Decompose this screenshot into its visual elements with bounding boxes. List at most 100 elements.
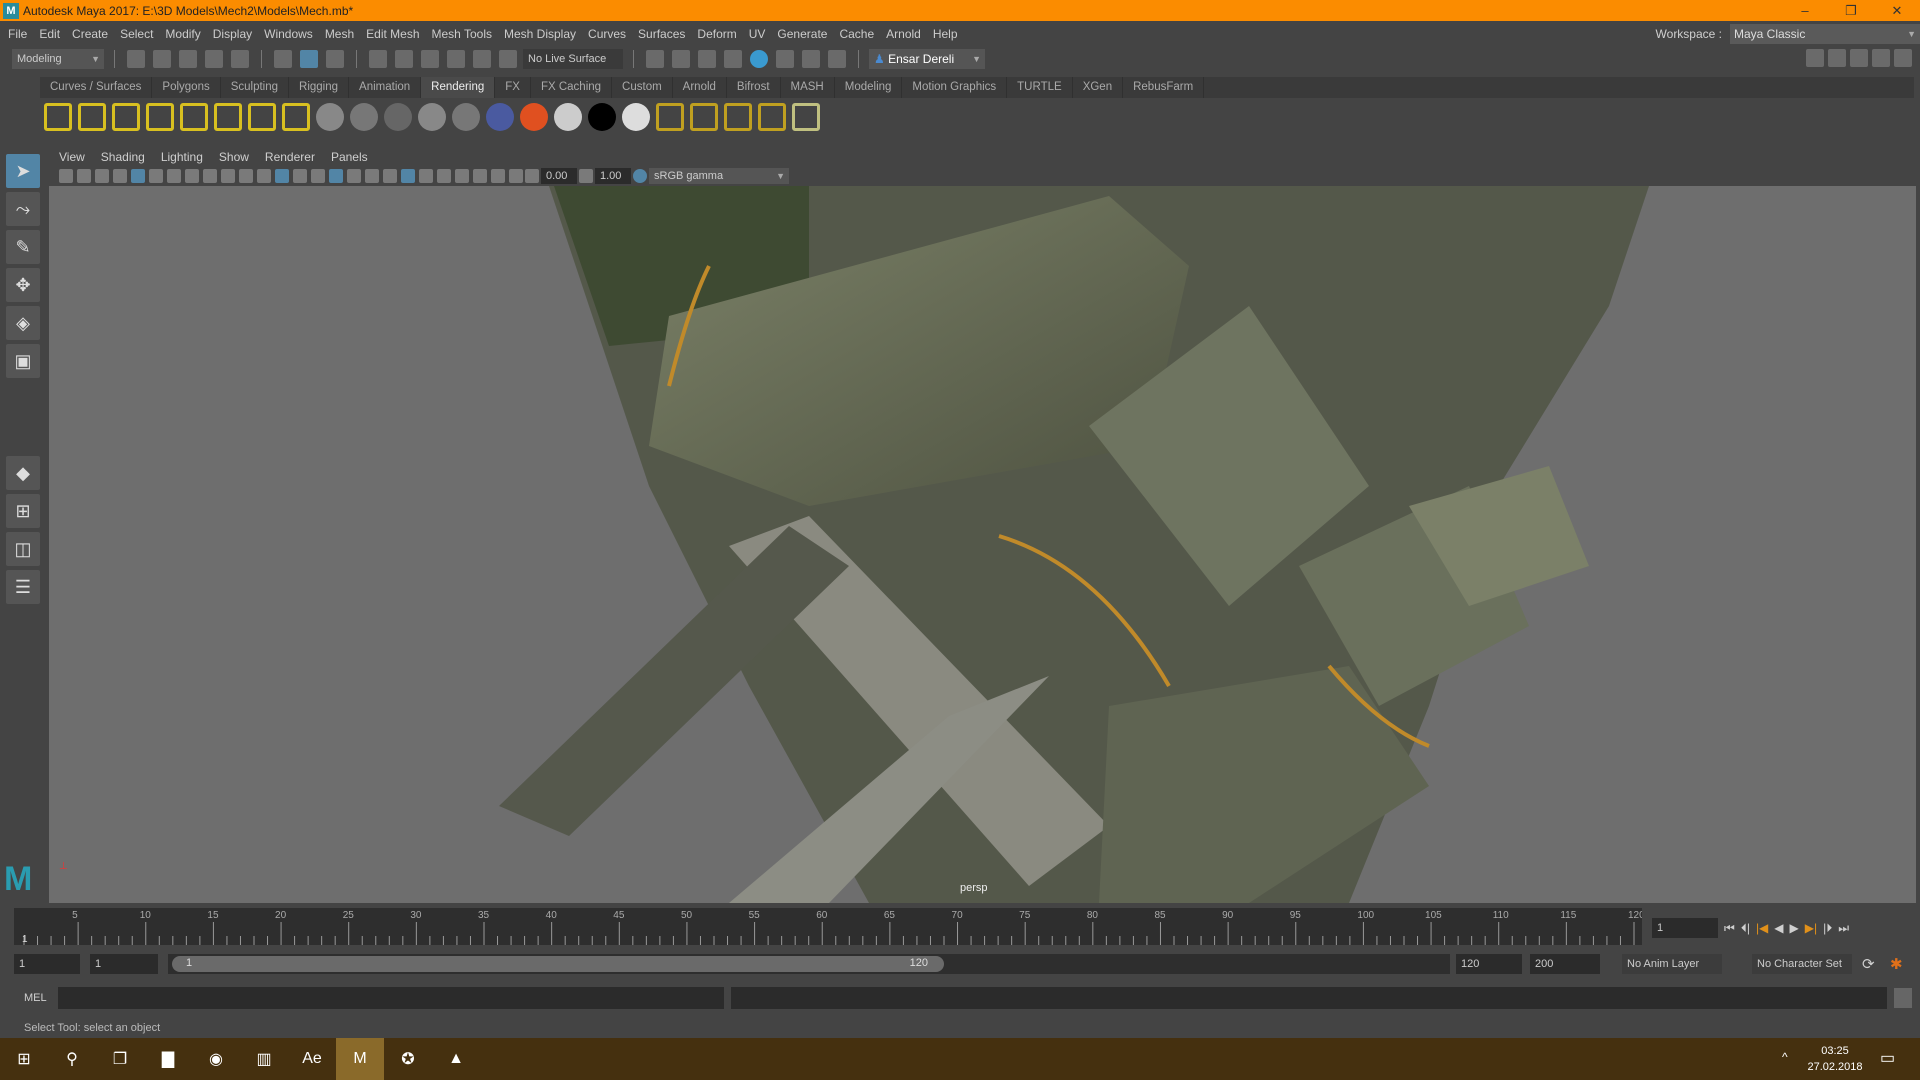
snap-grid-icon[interactable] [369, 49, 387, 68]
play-forwards-icon[interactable]: ▶ [1790, 921, 1799, 935]
menu-modify[interactable]: Modify [165, 27, 200, 41]
film-gate-icon[interactable] [149, 169, 163, 183]
go-to-start-icon[interactable]: ⏮ [1724, 921, 1735, 936]
textured-icon[interactable] [311, 169, 325, 183]
range-slider-handle[interactable]: 1 120 [172, 956, 944, 972]
undo-icon[interactable] [205, 49, 223, 68]
resolution-gate-icon[interactable] [167, 169, 181, 183]
anisotropic-sphere-icon[interactable] [452, 103, 480, 131]
gate-mask-icon[interactable] [185, 169, 199, 183]
go-to-end-icon[interactable]: ⏭ [1838, 921, 1849, 936]
search-button[interactable]: ⚲ [48, 1038, 96, 1080]
viewport-menu-view[interactable]: View [59, 150, 85, 164]
bake-icon[interactable] [724, 103, 752, 131]
volume-light-icon[interactable] [214, 103, 242, 131]
grid-icon[interactable] [131, 169, 145, 183]
menu-generate[interactable]: Generate [777, 27, 827, 41]
menu-mesh[interactable]: Mesh [325, 27, 354, 41]
viewport-menu-shading[interactable]: Shading [101, 150, 145, 164]
animation-end-field[interactable]: 200 [1530, 954, 1600, 974]
light-editor-icon[interactable] [248, 103, 276, 131]
exposure-icon[interactable] [525, 169, 539, 183]
isolate-select-icon[interactable] [437, 169, 451, 183]
new-scene-icon[interactable] [127, 49, 145, 68]
viewport-menu-lighting[interactable]: Lighting [161, 150, 203, 164]
exposure-field[interactable]: 0.00 [541, 168, 577, 184]
safe-action-icon[interactable] [221, 169, 235, 183]
lambert-sphere-icon[interactable] [316, 103, 344, 131]
field-chart-icon[interactable] [203, 169, 217, 183]
xray-joints-icon[interactable] [473, 169, 487, 183]
shelf-tab-modeling[interactable]: Modeling [835, 77, 903, 98]
outliner-layout-icon[interactable]: ☰ [6, 570, 40, 604]
use-all-lights-icon[interactable] [329, 169, 343, 183]
render-settings-icon[interactable] [690, 103, 718, 131]
shelf-tab-fx[interactable]: FX [495, 77, 531, 98]
shelf-tab-rebusfarm[interactable]: RebusFarm [1123, 77, 1205, 98]
white-sphere-icon[interactable] [554, 103, 582, 131]
minimize-button[interactable]: – [1782, 0, 1828, 21]
menu-edit[interactable]: Edit [39, 27, 60, 41]
heat-map-icon[interactable] [520, 103, 548, 131]
play-backwards-icon[interactable]: ◀ [1774, 921, 1783, 935]
attribute-editor-icon[interactable] [1850, 49, 1868, 67]
shelf-tab-arnold[interactable]: Arnold [673, 77, 727, 98]
playback-start-field[interactable]: 1 [90, 954, 158, 974]
scale-tool-icon[interactable]: ▣ [6, 344, 40, 378]
menu-display[interactable]: Display [213, 27, 252, 41]
menu-uv[interactable]: UV [749, 27, 766, 41]
outlined-sphere-icon[interactable] [622, 103, 650, 131]
snap-surface-icon[interactable] [473, 49, 491, 68]
shelf-tab-fx-caching[interactable]: FX Caching [531, 77, 613, 98]
current-frame-field[interactable]: 1 [1652, 918, 1718, 938]
step-forward-key-icon[interactable]: |⏵ [1823, 921, 1832, 936]
start-button[interactable]: ⊞ [0, 1038, 48, 1080]
maya-app[interactable]: M [336, 1038, 384, 1080]
human-ik-icon[interactable] [1828, 49, 1846, 67]
xray-components-icon[interactable] [491, 169, 505, 183]
ambient-light-icon[interactable] [44, 103, 72, 131]
snap-view-plane-icon[interactable] [447, 49, 465, 68]
shelf-tab-motion-graphics[interactable]: Motion Graphics [902, 77, 1008, 98]
menu-select[interactable]: Select [120, 27, 153, 41]
shelf-tab-animation[interactable]: Animation [349, 77, 422, 98]
menu-mesh-tools[interactable]: Mesh Tools [432, 27, 492, 41]
command-language-label[interactable]: MEL [24, 992, 47, 1004]
two-view-layout-icon[interactable]: ◫ [6, 532, 40, 566]
viewport-persp[interactable]: ⊥ [49, 186, 1916, 903]
modeling-toolkit-icon[interactable] [1806, 49, 1824, 67]
time-slider[interactable]: 5 10 15 20 25 30 35 40 45 50 55 60 65 70 75 80 85 90 95 100… [14, 908, 1645, 945]
safe-title-icon[interactable] [239, 169, 253, 183]
spot-light-icon[interactable] [146, 103, 174, 131]
move-tool-icon[interactable]: ✥ [6, 268, 40, 302]
shelf-tab-sculpting[interactable]: Sculpting [221, 77, 290, 98]
playback-end-field[interactable]: 120 [1456, 954, 1522, 974]
lasso-tool-icon[interactable]: ⤳ [6, 192, 40, 226]
select-hierarchy-icon[interactable] [274, 49, 292, 68]
channel-box-icon[interactable] [1894, 49, 1912, 67]
maximize-button[interactable]: ❐ [1828, 0, 1874, 21]
snap-vertex-icon[interactable] [499, 49, 517, 68]
after-effects-app[interactable]: Ae [288, 1038, 336, 1080]
menu-deform[interactable]: Deform [697, 27, 736, 41]
animation-preferences-icon[interactable]: ✱ [1890, 955, 1903, 973]
render-history-icon[interactable] [646, 49, 664, 68]
smooth-shade-icon[interactable] [275, 169, 289, 183]
shelf-tab-mash[interactable]: MASH [781, 77, 835, 98]
anti-aliasing-icon[interactable] [401, 169, 415, 183]
depth-of-field-icon[interactable] [419, 169, 433, 183]
task-view-button[interactable]: ❐ [96, 1038, 144, 1080]
menu-edit-mesh[interactable]: Edit Mesh [366, 27, 419, 41]
menu-set-dropdown[interactable]: Modeling ▼ [12, 48, 104, 69]
shelf-tab-rigging[interactable]: Rigging [289, 77, 350, 98]
color-management-toggle-icon[interactable] [633, 169, 647, 183]
select-component-icon[interactable] [326, 49, 344, 68]
paint-select-tool-icon[interactable]: ✎ [6, 230, 40, 264]
shelf-tab-rendering[interactable]: Rendering [421, 77, 496, 98]
chrome-app[interactable]: ◉ [192, 1038, 240, 1080]
script-editor-icon[interactable] [1894, 988, 1912, 1008]
ipr-render-icon[interactable] [698, 49, 716, 68]
menu-create[interactable]: Create [72, 27, 108, 41]
menu-curves[interactable]: Curves [588, 27, 626, 41]
clock[interactable]: 03:25 27.02.2018 [1800, 1043, 1870, 1075]
